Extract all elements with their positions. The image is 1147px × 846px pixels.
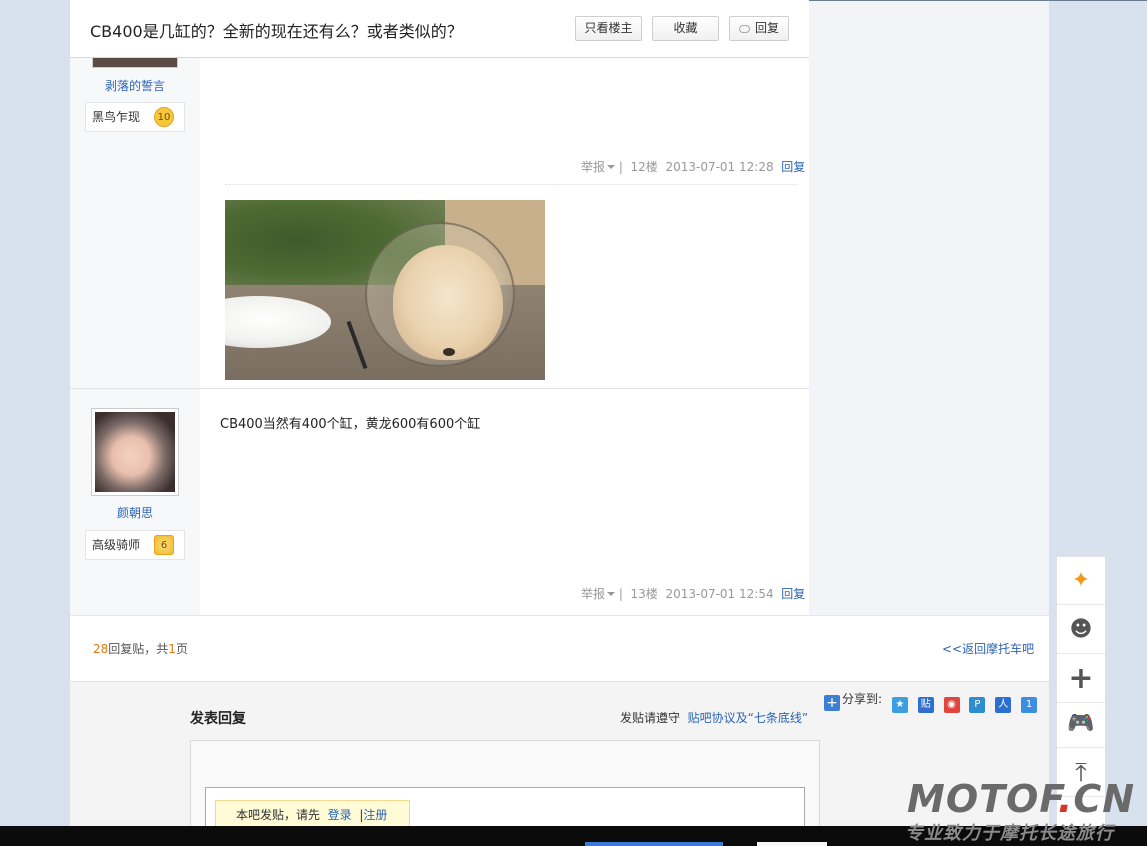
kaixin-icon[interactable]: 1 [1021,697,1038,713]
floor-number: 12楼 [630,160,658,174]
post-image[interactable] [225,200,545,380]
level-icon: 6 [154,535,174,555]
magic-wand-icon[interactable]: ✦ [1057,557,1105,605]
divider [225,184,797,185]
reply-count: 28 [93,642,109,656]
only-owner-button[interactable]: 只看楼主 [575,16,642,41]
taskbar-item[interactable] [585,842,723,846]
watermark: MOTOF.CN 专业致力于摩托长途旅行 [905,777,1147,846]
posting-rules: 发贴请遵守 贴吧协议及“七条底线” [620,711,809,725]
comment-bubble-icon [738,25,750,33]
thread-title: CB400是几缸的？全新的现在还有么？或者类似的？ [90,22,463,41]
renren-icon[interactable]: 人 [995,697,1012,713]
login-link[interactable]: 登录 [328,808,352,822]
plus-icon[interactable]: + [1057,655,1105,703]
user-badge[interactable]: 黑鸟乍现 10 [85,102,185,132]
avatar-image [95,412,175,492]
favorite-button[interactable]: 收藏 [652,16,719,41]
floor-number: 13楼 [630,587,658,601]
caret-down-icon [607,592,616,596]
level-icon: 10 [154,107,174,127]
badge-title: 高级骑师 [92,538,141,552]
register-link[interactable]: 注册 [363,808,387,822]
qzone-icon[interactable]: ★ [891,697,908,713]
taskbar-item[interactable] [757,842,827,846]
rules-link[interactable]: 贴吧协议及“七条底线” [688,711,808,725]
post-meta: 举报 | 13楼 2013-07-01 12:54 回复 [581,585,805,602]
username-link[interactable]: 剥落的誓言 [70,77,200,94]
separator: | [618,160,623,174]
reply-section-title: 发表回复 [190,711,246,727]
image-puppy-nose [443,348,455,356]
image-puppy [393,245,503,360]
share-label: 分享到: [842,692,883,706]
report-button[interactable]: 举报 [581,587,616,601]
tieba-icon[interactable]: 贴 [917,697,934,713]
right-gutter [809,0,1049,680]
gamepad-icon[interactable]: 🎮 [1057,700,1105,748]
emoticon-icon[interactable]: ☻ [1057,606,1105,654]
caret-down-icon [607,165,616,169]
post-time: 2013-07-01 12:54 [665,587,774,601]
page-count: 1 [168,642,176,656]
badge-title: 黑鸟乍现 [92,110,141,124]
reply-link[interactable]: 回复 [781,587,805,601]
separator: | [618,587,623,601]
share-bar: + 分享到: ★ 贴 ◉ P 人 1 [824,690,1038,713]
username-link[interactable]: 颜朝思 [70,504,200,521]
page-info: 28回复贴，共1页 [93,642,188,656]
watermark-logo: MOTOF.CN [907,777,1136,821]
weibo-icon[interactable]: ◉ [943,697,960,713]
pager-row [70,615,1049,681]
watermark-slogan: 专业致力于摩托长途旅行 [905,823,1114,844]
baidu-space-icon[interactable]: P [969,697,986,713]
reply-button[interactable]: 回复 [729,16,789,41]
report-button[interactable]: 举报 [581,160,616,174]
avatar[interactable] [91,408,179,496]
post-time: 2013-07-01 12:28 [665,160,774,174]
post-meta: 举报 | 12楼 2013-07-01 12:28 回复 [581,158,805,175]
reply-link[interactable]: 回复 [781,160,805,174]
plus-icon[interactable]: + [824,695,840,711]
post-text: CB400当然有400个缸，黄龙600有600个缸 [220,417,481,432]
user-badge[interactable]: 高级骑师 6 [85,530,185,560]
back-to-forum-link[interactable]: <<返回摩托车吧 [942,640,1034,657]
